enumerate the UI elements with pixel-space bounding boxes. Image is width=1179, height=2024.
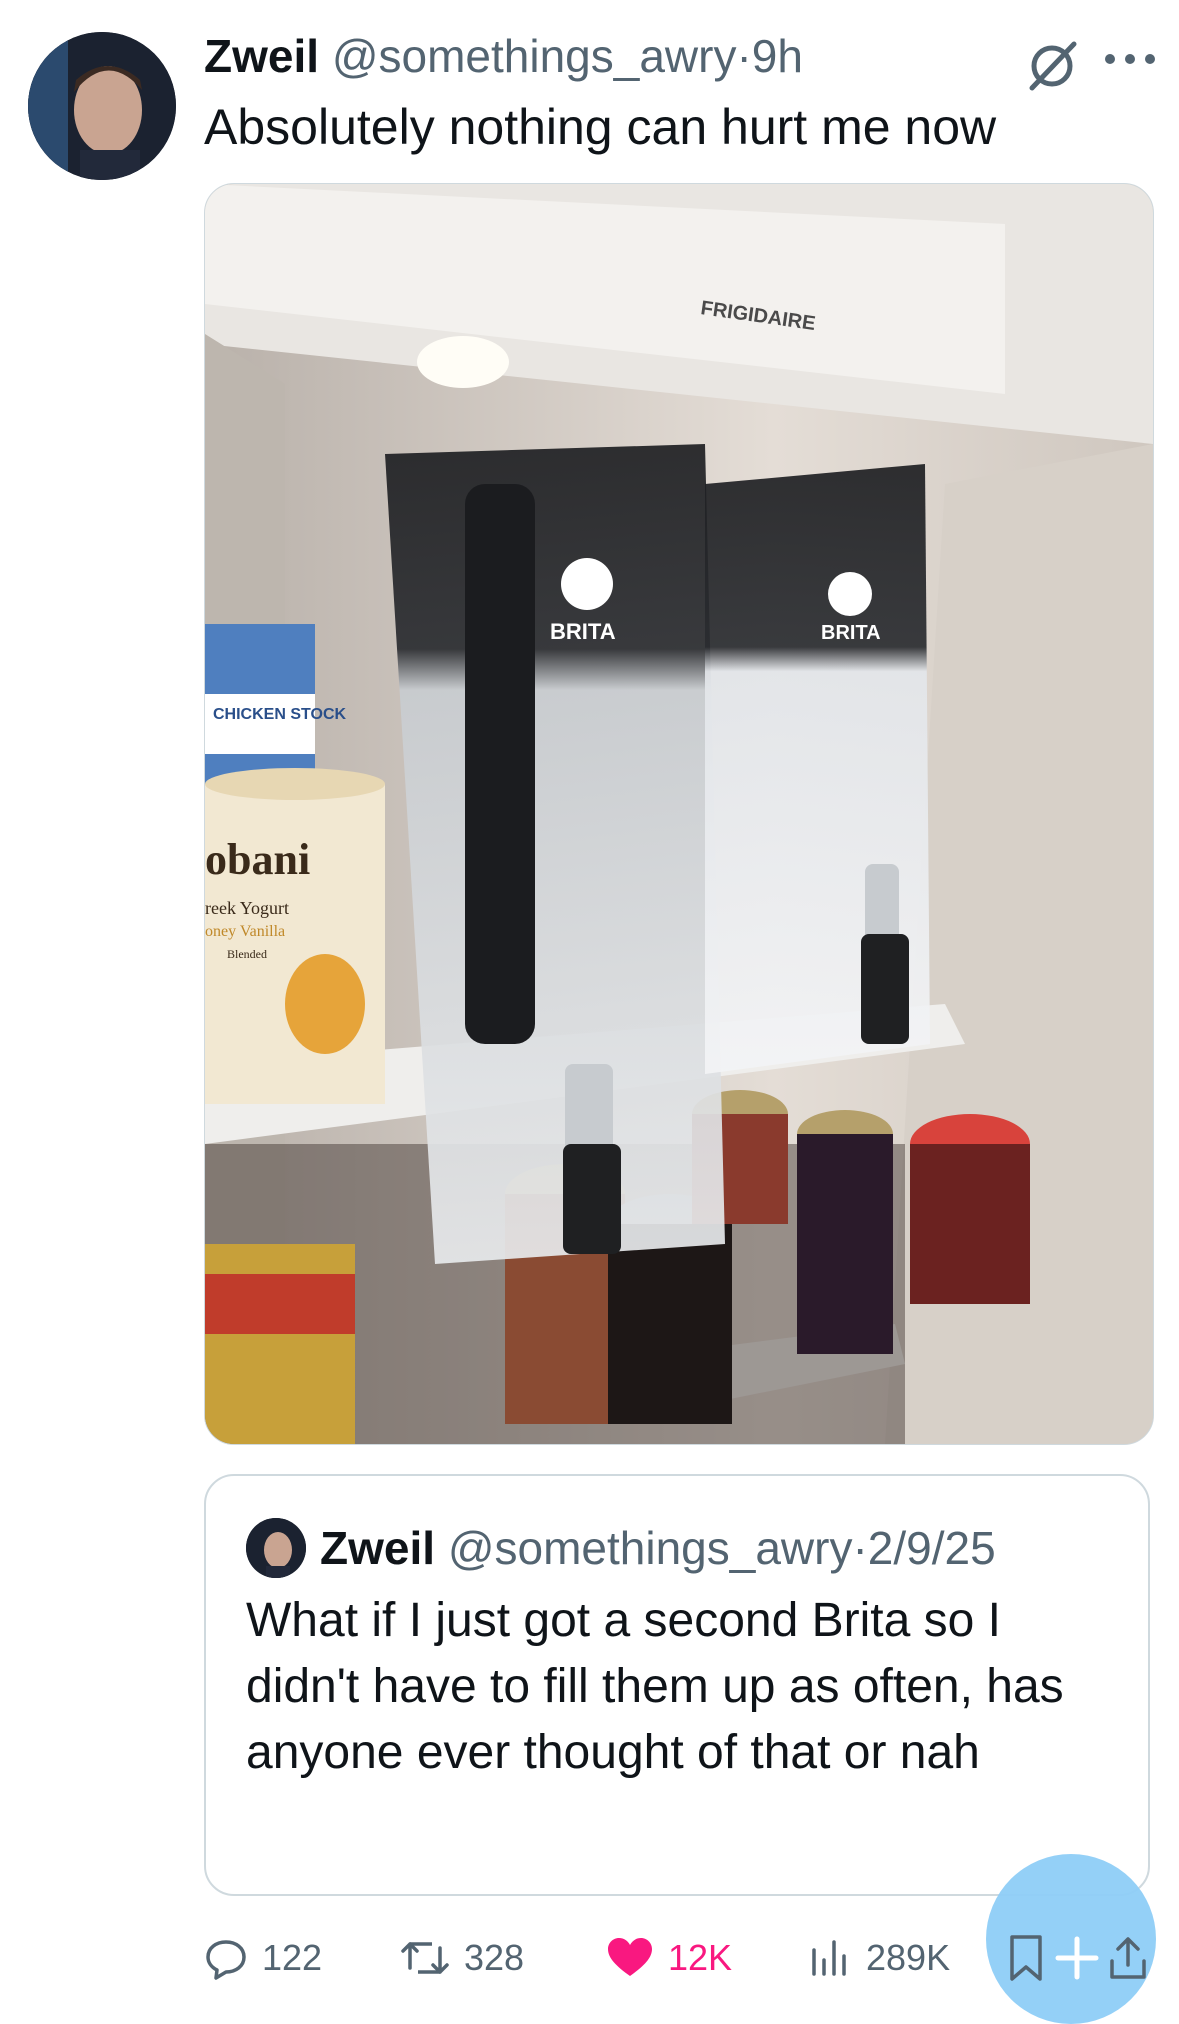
handle[interactable]: @somethings_awry (332, 30, 737, 82)
carton-label: CHICKEN STOCK (213, 706, 346, 723)
timestamp[interactable]: 9h (752, 30, 803, 82)
quoted-handle[interactable]: @somethings_awry (448, 1522, 853, 1574)
bookmark-icon[interactable] (1004, 1933, 1048, 1983)
avatar[interactable] (28, 32, 176, 180)
tweet-header: Zweil @somethings_awry·9h (204, 28, 803, 84)
tweet-text: Absolutely nothing can hurt me now (204, 99, 997, 155)
views-button[interactable]: 289K (808, 1928, 950, 1988)
yogurt-sub3: Blended (227, 947, 267, 961)
grok-icon[interactable] (1022, 36, 1082, 96)
more-horizontal-icon[interactable] (1100, 40, 1160, 80)
yogurt-brand: obani (205, 835, 310, 884)
display-name[interactable]: Zweil (204, 30, 319, 82)
quoted-avatar[interactable] (246, 1518, 306, 1578)
quoted-text: What if I just got a second Brita so I d… (246, 1594, 1064, 1779)
views-count: 289K (866, 1937, 951, 1978)
quoted-separator: · (852, 1522, 868, 1574)
yogurt-sub2: oney Vanilla (205, 923, 285, 940)
bookmark-share-group (1004, 1928, 1150, 1988)
yogurt-sub1: reek Yogurt (205, 898, 289, 918)
reply-icon (206, 1940, 246, 1980)
views-icon (812, 1940, 846, 1976)
quoted-tweet[interactable]: Zweil @somethings_awry·2/9/25 What if I … (204, 1474, 1150, 1896)
repost-count: 328 (464, 1937, 525, 1978)
quoted-date[interactable]: 2/9/25 (868, 1522, 996, 1574)
reply-button[interactable]: 122 (204, 1928, 322, 1988)
share-icon[interactable] (1106, 1933, 1150, 1983)
separator: · (736, 30, 752, 82)
brita-label-1: BRITA (550, 619, 616, 644)
tweet-photo[interactable]: CHICKEN STOCK obani reek Yogurt oney Van… (204, 183, 1154, 1445)
brita-label-2: BRITA (821, 622, 881, 644)
quoted-header: Zweil @somethings_awry·2/9/25 (320, 1520, 996, 1576)
quoted-display-name[interactable]: Zweil (320, 1522, 435, 1574)
repost-icon (401, 1942, 449, 1974)
like-button[interactable]: 12K (606, 1928, 732, 1988)
reply-count: 122 (262, 1937, 323, 1978)
plus-icon[interactable] (1052, 1933, 1102, 1983)
repost-button[interactable]: 328 (400, 1928, 524, 1988)
like-count: 12K (668, 1937, 733, 1978)
heart-icon (608, 1938, 652, 1976)
